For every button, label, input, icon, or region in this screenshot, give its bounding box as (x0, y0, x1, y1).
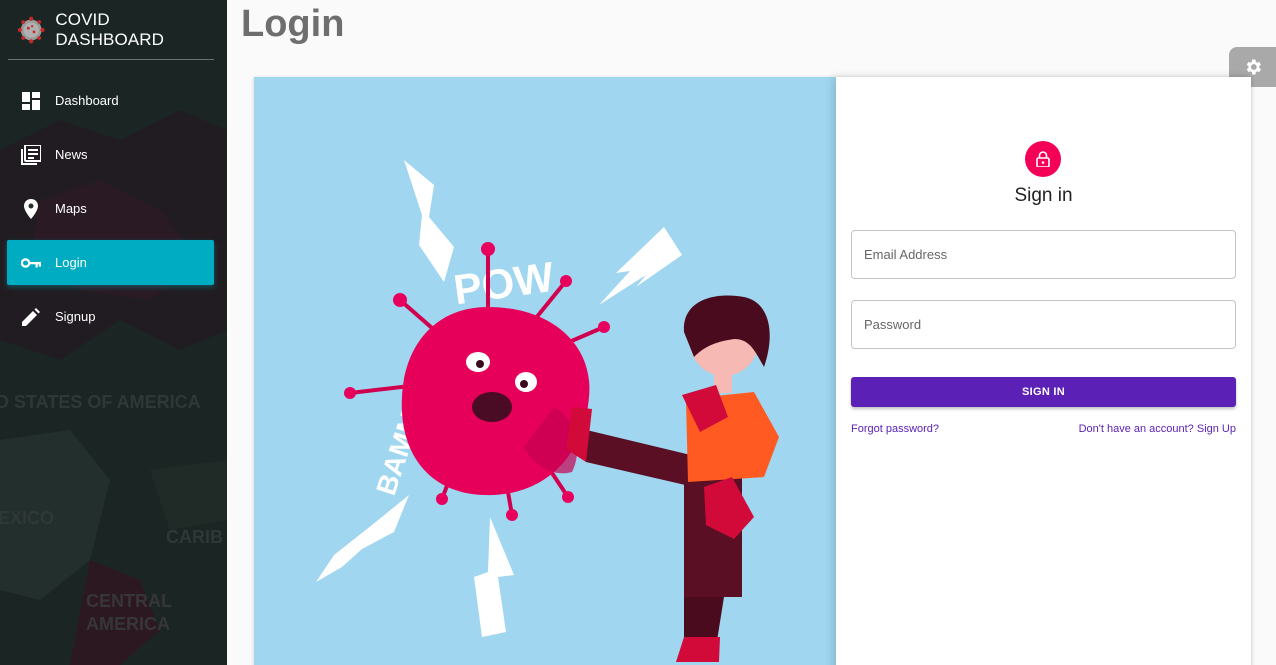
signin-title: Sign in (1014, 185, 1073, 206)
sidebar-item-signup[interactable]: Signup (7, 294, 214, 339)
email-field (851, 230, 1236, 279)
brand[interactable]: COVID DASHBOARD (8, 0, 214, 60)
signup-link[interactable]: Don't have an account? Sign Up (1079, 423, 1236, 435)
sidebar-item-maps[interactable]: Maps (7, 186, 214, 231)
gear-icon (1246, 59, 1261, 75)
app-title: COVID DASHBOARD (55, 9, 164, 49)
forgot-password-link[interactable]: Forgot password? (851, 423, 939, 435)
news-icon (21, 144, 41, 165)
pow-text: POW (451, 253, 557, 314)
sidebar-item-label: Maps (55, 201, 87, 216)
sidebar-item-news[interactable]: News (7, 132, 214, 177)
login-card: POW BAMMMM!! (254, 77, 1251, 665)
sidebar-nav: Dashboard News Maps Login Signup (7, 78, 214, 348)
sidebar-item-label: News (55, 147, 88, 162)
pencil-icon (21, 307, 41, 327)
sidebar-item-dashboard[interactable]: Dashboard (7, 78, 214, 123)
page-title: Login (241, 3, 345, 45)
lock-avatar (1025, 141, 1061, 177)
email-input[interactable] (852, 231, 1235, 278)
sidebar: D STATES OF AMERICA EXICO CARIB CENTRAL … (0, 0, 227, 665)
virus-kick-illustration: POW BAMMMM!! (316, 160, 779, 662)
key-icon (21, 253, 41, 273)
covid-virus-logo-icon (17, 16, 45, 43)
kicking-person (566, 295, 779, 662)
sidebar-item-login[interactable]: Login (7, 240, 214, 285)
sidebar-item-label: Signup (55, 309, 96, 324)
sidebar-item-label: Login (55, 255, 87, 270)
signin-form-panel: Sign in SIGN IN Forgot password? Don't h… (836, 77, 1251, 665)
signin-button[interactable]: SIGN IN (851, 377, 1236, 407)
sidebar-item-label: Dashboard (55, 93, 119, 108)
dashboard-icon (21, 91, 41, 111)
hero-illustration: POW BAMMMM!! (254, 77, 836, 665)
map-pin-icon (21, 198, 41, 219)
password-input[interactable] (852, 301, 1235, 348)
lock-icon (1036, 151, 1050, 167)
password-field (851, 300, 1236, 349)
